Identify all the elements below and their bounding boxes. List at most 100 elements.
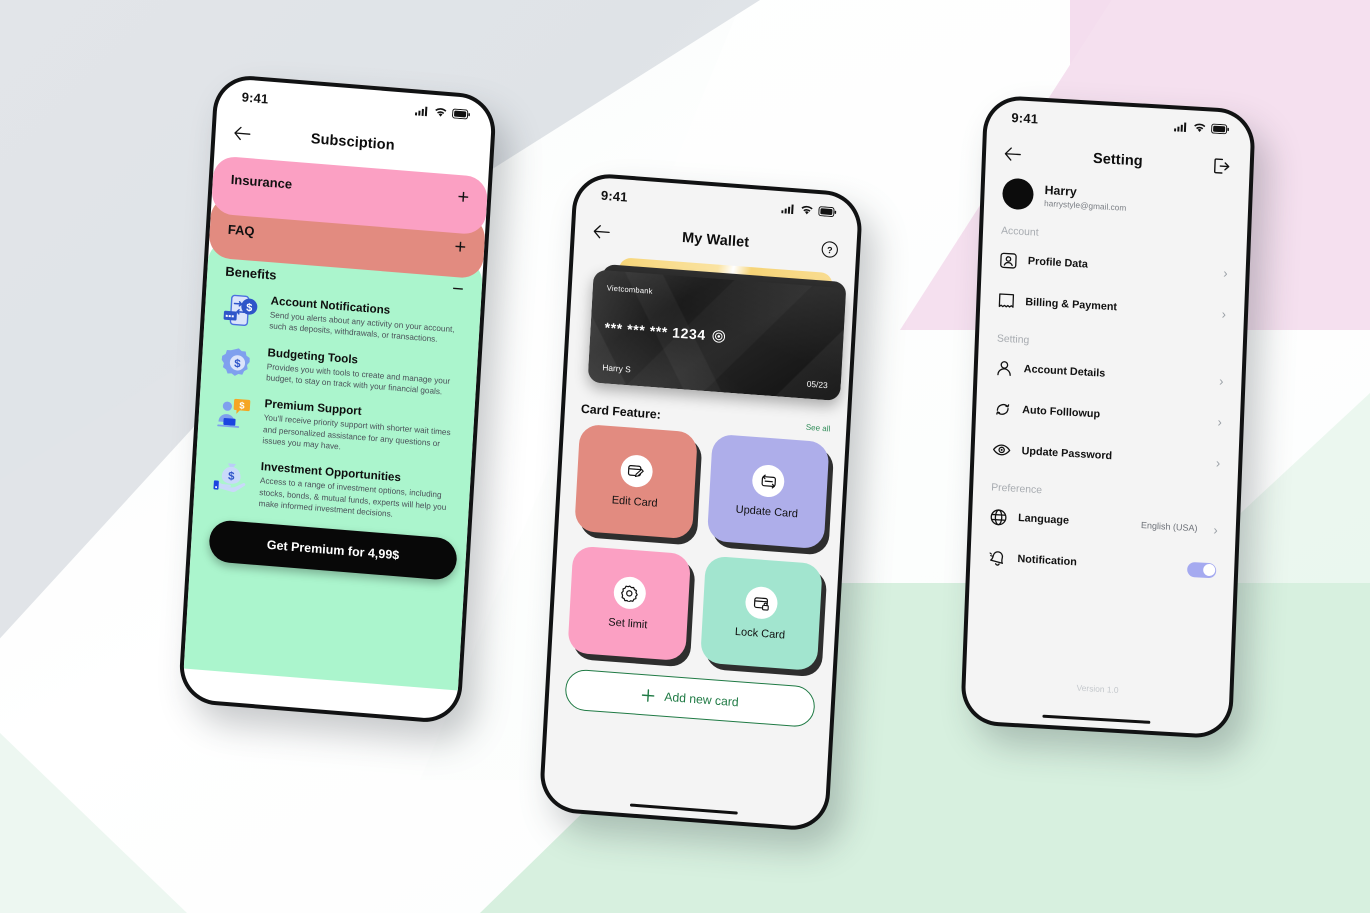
home-indicator [1042, 714, 1151, 724]
accordion-insurance-title: Insurance [230, 171, 293, 192]
screen-setting: 9:41 Setting Harry harrystyle@gmail.com … [964, 98, 1252, 736]
sidebar-item-auto-followup[interactable]: Auto Folllowup › [994, 392, 1223, 437]
sidebar-item-billing-payment[interactable]: Billing & Payment › [998, 285, 1227, 330]
tile-label: Edit Card [611, 494, 658, 510]
person-icon [995, 359, 1013, 377]
logout-button[interactable] [1213, 158, 1232, 175]
wifi-icon [435, 108, 447, 117]
sidebar-item-label: Language [1017, 511, 1070, 527]
accordion-insurance-header[interactable]: Insurance + [230, 169, 470, 209]
benefit-text: Investment Opportunities Access to a ran… [258, 460, 452, 524]
tile-lock-card[interactable]: Lock Card [699, 555, 823, 672]
phone-setting: 9:41 Setting Harry harrystyle@gmail.com … [960, 94, 1256, 740]
see-all-link[interactable]: See all [806, 423, 831, 434]
back-button[interactable] [593, 224, 611, 239]
sidebar-item-language[interactable]: Language English (USA) › [989, 500, 1218, 545]
card-number-text: *** *** *** 1234 [604, 319, 707, 343]
sidebar-item-notification[interactable]: Notification [988, 541, 1217, 586]
sidebar-item-update-password[interactable]: Update Password › [992, 433, 1221, 478]
screen-wallet: 9:41 My Wallet ? Vietcombank *** *** ***… [542, 175, 860, 829]
accordion-stack: Insurance + FAQ + Benefits − $ Account N… [183, 155, 489, 691]
screen-subscription: 9:41 Subsciption Insurance + FAQ + Benef… [181, 77, 494, 721]
plus-icon[interactable]: + [454, 236, 467, 259]
card-feature-label: Card Feature: [580, 401, 662, 422]
benefit-text: Account Notifications Send you alerts ab… [269, 294, 463, 347]
card-holder: Harry S [602, 362, 631, 375]
card-bank-name: Vietcombank [606, 283, 653, 296]
version-label: Version 1.0 [1076, 682, 1119, 696]
cellular-signal-icon [781, 204, 794, 215]
chevron-right-icon: › [1213, 521, 1219, 537]
minus-icon[interactable]: − [451, 278, 464, 301]
page-title: Subsciption [310, 131, 396, 154]
page-title: Setting [1092, 150, 1144, 170]
notification-toggle[interactable] [1186, 561, 1217, 578]
card-lock-icon [744, 585, 779, 620]
status-icons [781, 203, 837, 218]
sidebar-item-profile-data[interactable]: Profile Data › [999, 244, 1228, 289]
back-button[interactable] [1004, 147, 1022, 162]
wallet-content: Vietcombank *** *** *** 1234 Harry S 05/… [548, 254, 855, 729]
battery-icon [1211, 123, 1229, 135]
sidebar-item-label: Auto Folllowup [1021, 404, 1101, 421]
mockup-canvas: 9:41 Subsciption Insurance + FAQ + Benef… [0, 0, 1370, 913]
list-item: $ Budgeting Tools Provides you with tool… [219, 342, 460, 399]
status-icons [414, 105, 470, 120]
get-premium-button[interactable]: Get Premium for 4,99$ [208, 519, 458, 582]
help-button[interactable]: ? [821, 240, 839, 258]
money-bag-hand-icon: $ [211, 456, 252, 508]
list-item: $ Investment Opportunities Access to a r… [211, 456, 452, 524]
tile-set-limit[interactable]: Set limit [567, 545, 691, 662]
feature-tile-grid: Edit Card Update Card Set limit Lock Car… [567, 423, 830, 672]
wifi-icon [801, 205, 813, 215]
add-new-card-button[interactable]: Add new card [564, 668, 816, 729]
accordion-benefits[interactable]: Benefits − $ Account Notifications Send … [183, 239, 484, 691]
phone-wallet: 9:41 My Wallet ? Vietcombank *** *** ***… [538, 171, 864, 833]
gear-icon [612, 575, 647, 611]
status-time: 9:41 [600, 187, 629, 205]
profile-card-icon [1000, 251, 1018, 269]
tile-edit-card[interactable]: Edit Card [574, 423, 698, 540]
status-icons [1174, 121, 1229, 135]
benefit-text: Budgeting Tools Provides you with tools … [266, 346, 460, 399]
arrow-left-icon [1004, 147, 1021, 161]
status-time: 9:41 [241, 88, 269, 107]
sidebar-item-label: Profile Data [1027, 255, 1089, 271]
back-button[interactable] [233, 126, 251, 141]
chevron-right-icon: › [1215, 454, 1221, 471]
avatar [1001, 177, 1035, 211]
battery-icon [818, 206, 837, 218]
benefit-list: $ Account Notifications Send you alerts … [211, 291, 462, 525]
sidebar-item-account-details[interactable]: Account Details › [995, 351, 1224, 396]
plus-icon[interactable]: + [457, 186, 470, 209]
arrow-left-icon [234, 126, 251, 141]
accordion-benefits-title: Benefits [224, 263, 278, 283]
credit-card[interactable]: Vietcombank *** *** *** 1234 Harry S 05/… [587, 269, 847, 402]
card-expiry: 05/23 [806, 378, 828, 391]
eye-icon [992, 442, 1011, 457]
phone-transfer-dollar-icon: $ [222, 291, 262, 332]
chevron-right-icon: › [1223, 264, 1228, 281]
copy-target-icon[interactable] [712, 329, 726, 343]
sidebar-item-label: Account Details [1023, 363, 1106, 380]
chevron-right-icon: › [1221, 305, 1227, 322]
tile-label: Set limit [607, 616, 648, 632]
sidebar-item-label: Billing & Payment [1025, 296, 1118, 314]
card-sync-icon [751, 463, 786, 499]
home-indicator [629, 802, 738, 815]
tile-label: Lock Card [734, 625, 786, 642]
arrow-left-icon [593, 225, 610, 239]
tile-update-card[interactable]: Update Card [706, 433, 830, 550]
card-edit-icon [619, 453, 654, 489]
language-value: English (USA) [1140, 520, 1198, 534]
sidebar-item-label: Update Password [1021, 445, 1113, 463]
page-title: My Wallet [681, 229, 750, 251]
plus-icon [642, 688, 655, 702]
card-stack[interactable]: Vietcombank *** *** *** 1234 Harry S 05/… [582, 255, 847, 409]
profile-text: Harry harrystyle@gmail.com [1044, 183, 1127, 213]
accordion-faq-title: FAQ [227, 221, 256, 239]
cellular-signal-icon [1174, 122, 1187, 133]
status-time: 9:41 [1011, 109, 1039, 127]
svg-text:$: $ [246, 302, 253, 314]
support-agent-icon: $ [215, 394, 256, 446]
